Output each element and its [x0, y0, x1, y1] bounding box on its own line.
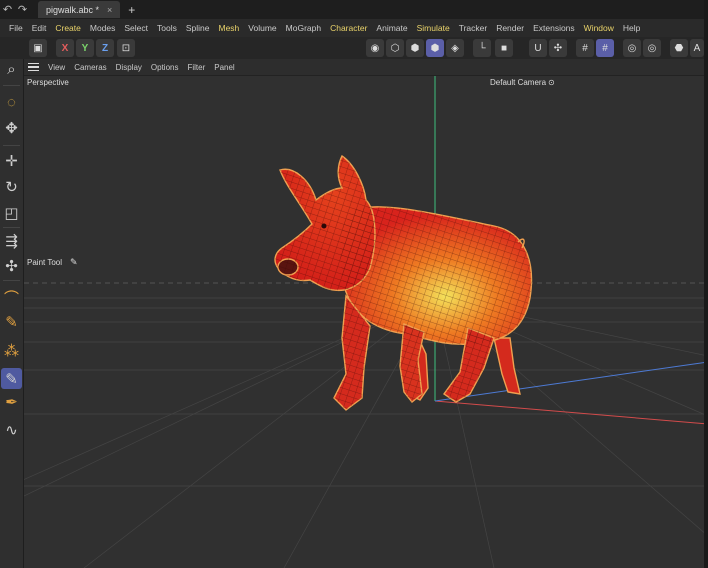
viewport-menu-bar: View Cameras Display Options Filter Pane… — [24, 59, 708, 76]
grid-snap-icon[interactable]: # — [576, 39, 594, 57]
3d-viewport[interactable]: Perspective Default Camera ⊙ Paint Tool … — [24, 76, 708, 568]
asset-browser-icon[interactable]: A — [690, 39, 704, 57]
placement-tool-icon[interactable]: ✣ — [1, 255, 22, 276]
viewport-menu-cameras[interactable]: Cameras — [74, 63, 106, 72]
menu-mograph[interactable]: MoGraph — [286, 23, 321, 33]
undo-icon[interactable]: ↶ — [0, 0, 15, 19]
menu-extensions[interactable]: Extensions — [533, 23, 575, 33]
move-tool-icon[interactable]: ✛ — [1, 150, 22, 171]
menu-simulate[interactable]: Simulate — [417, 23, 450, 33]
hamburger-menu-icon[interactable] — [28, 62, 39, 72]
viewport-menu-panel[interactable]: Panel — [214, 63, 234, 72]
new-tab-icon[interactable]: + — [128, 3, 135, 17]
render-region-icon[interactable]: ◎ — [623, 39, 641, 57]
window-right-border — [704, 0, 708, 568]
viewport-menu-view[interactable]: View — [48, 63, 65, 72]
camera-icon: ⊙ — [548, 78, 555, 87]
snap-settings-icon[interactable]: ✣ — [549, 39, 567, 57]
menu-window[interactable]: Window — [584, 23, 614, 33]
left-tool-palette: ⌕ ◌ ✥ ✛ ↻ ◰ ⇶ ✣ ⌒ ✎ ⁂ ✎ ✒ ∿ — [0, 59, 24, 568]
coordinate-system-icon[interactable]: ⊡ — [117, 39, 135, 57]
menu-render[interactable]: Render — [496, 23, 524, 33]
render-queue-icon[interactable]: ⬣ — [670, 39, 688, 57]
viewport-menu-options[interactable]: Options — [151, 63, 179, 72]
spline-smooth-icon[interactable]: ∿ — [1, 419, 22, 440]
x-axis-line — [434, 400, 708, 425]
uv-mode-icon[interactable]: ◈ — [446, 39, 464, 57]
scale-tool-icon[interactable]: ◰ — [1, 202, 22, 223]
sketch-tool-icon[interactable]: ✎ — [1, 311, 22, 332]
lock-z-axis-button[interactable]: Z — [96, 39, 114, 57]
menu-character[interactable]: Character — [330, 23, 367, 33]
pen-tool-icon[interactable]: ✒ — [1, 391, 22, 412]
polygons-mode-icon[interactable]: ⬢ — [426, 39, 444, 57]
pen-icon: ✎ — [70, 257, 78, 267]
lock-y-axis-button[interactable]: Y — [76, 39, 94, 57]
menu-help[interactable]: Help — [623, 23, 640, 33]
viewport-scene — [24, 76, 708, 568]
document-tab[interactable]: pigwalk.abc * × — [38, 1, 121, 18]
render-active-view-icon[interactable]: ◎ — [643, 39, 661, 57]
document-tab-bar: ↶ ↷ pigwalk.abc * × + — [0, 0, 708, 19]
object-mode-icon[interactable]: ◉ — [366, 39, 384, 57]
menu-create[interactable]: Create — [55, 23, 81, 33]
magnet-snap-icon[interactable]: U — [529, 39, 547, 57]
model-mode-icon[interactable]: ■ — [495, 39, 513, 57]
menu-tools[interactable]: Tools — [157, 23, 177, 33]
selection-options-icon[interactable]: ✥ — [1, 117, 22, 138]
menu-modes[interactable]: Modes — [90, 23, 116, 33]
points-mode-icon[interactable]: ⬡ — [386, 39, 404, 57]
workplane-snap-icon[interactable]: # — [596, 39, 614, 57]
document-tab-label: pigwalk.abc * — [46, 4, 100, 15]
menu-edit[interactable]: Edit — [32, 23, 47, 33]
paint-tool-hud: Paint Tool ✎ — [27, 257, 78, 268]
menu-tracker[interactable]: Tracker — [459, 23, 488, 33]
menu-select[interactable]: Select — [124, 23, 148, 33]
paint-brush-icon[interactable]: ✎ — [1, 368, 22, 389]
active-tool-label: Paint Tool — [27, 258, 62, 267]
redo-icon[interactable]: ↷ — [15, 0, 30, 19]
edges-mode-icon[interactable]: ⬢ — [406, 39, 424, 57]
transfer-tool-icon[interactable]: ⇶ — [1, 230, 22, 251]
viewport-menu-filter[interactable]: Filter — [187, 63, 205, 72]
menu-spline[interactable]: Spline — [186, 23, 210, 33]
menu-volume[interactable]: Volume — [248, 23, 276, 33]
lock-x-axis-button[interactable]: X — [56, 39, 74, 57]
viewport-name-label: Perspective — [27, 78, 69, 87]
spline-pen-icon[interactable]: ⌒ — [1, 287, 22, 308]
live-selection-icon[interactable]: ◌ — [1, 92, 22, 113]
camera-label[interactable]: Default Camera ⊙ — [490, 78, 555, 87]
menu-animate[interactable]: Animate — [376, 23, 407, 33]
menu-mesh[interactable]: Mesh — [219, 23, 240, 33]
axis-mode-icon[interactable]: └ — [473, 39, 491, 57]
viewport-menu-display[interactable]: Display — [116, 63, 142, 72]
close-tab-icon[interactable]: × — [107, 5, 112, 15]
main-menu-bar: File Edit Create Modes Select Tools Spli… — [0, 19, 708, 37]
search-icon[interactable]: ⌕ — [1, 59, 22, 80]
render-view-icon[interactable]: ▣ — [29, 39, 47, 57]
brush-group-icon[interactable]: ⁂ — [1, 340, 22, 361]
rotate-tool-icon[interactable]: ↻ — [1, 176, 22, 197]
main-toolbar: ▣ X Y Z ⊡ ◉ ⬡ ⬢ ⬢ ◈ └ ■ U ✣ # # ◎ ◎ ⬣ A — [0, 37, 708, 59]
camera-name: Default Camera — [490, 78, 547, 87]
menu-file[interactable]: File — [9, 23, 23, 33]
